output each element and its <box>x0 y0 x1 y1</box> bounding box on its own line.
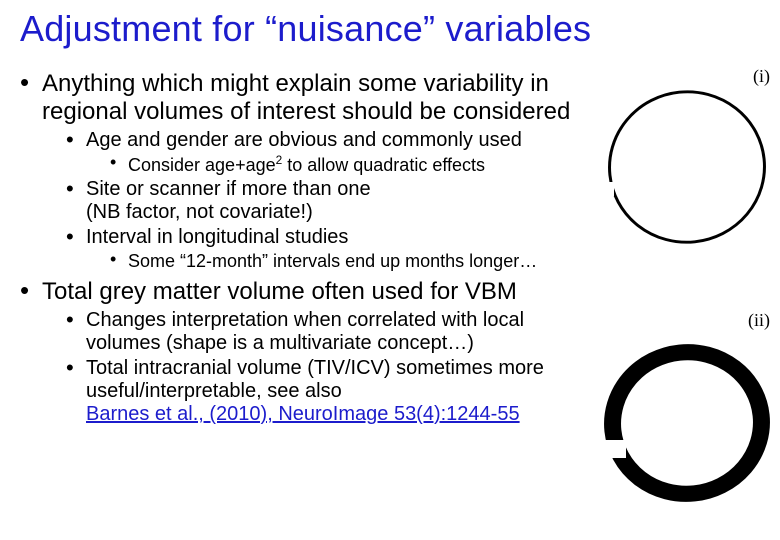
figure-thick-circle <box>604 340 770 506</box>
note-text: (NB factor, not covariate!) <box>86 201 313 223</box>
bullet-text: Anything which might explain some variab… <box>42 70 570 125</box>
bullet-text: Total grey matter volume often used for … <box>42 278 517 305</box>
bullet-text: Interval in longitudinal studies <box>86 226 348 248</box>
bullet-text: Changes interpretation when correlated w… <box>86 309 524 354</box>
sub-interval-note: Some “12-month” intervals end up months … <box>108 251 588 272</box>
figure-panel: (i) (ii) <box>598 66 774 536</box>
sub-site-scanner: Site or scanner if more than one (NB fac… <box>64 178 588 224</box>
slide: Adjustment for “nuisance” variables Anyt… <box>0 0 780 540</box>
figure-label-ii: (ii) <box>748 310 770 331</box>
sub-age-gender: Age and gender are obvious and commonly … <box>64 129 588 176</box>
text-post: to allow quadratic effects <box>282 155 485 175</box>
figure-label-i: (i) <box>753 66 770 87</box>
bullet-text: Age and gender are obvious and commonly … <box>86 129 522 151</box>
bullet-text: Site or scanner if more than one <box>86 178 371 200</box>
citation-link[interactable]: Barnes et al., (2010), NeuroImage 53(4):… <box>86 403 520 425</box>
text-pre: Consider age+age <box>128 155 276 175</box>
sub-tiv: Total intracranial volume (TIV/ICV) some… <box>64 357 588 426</box>
bullet-total-grey: Total grey matter volume often used for … <box>18 278 588 427</box>
slide-title: Adjustment for “nuisance” variables <box>20 8 591 50</box>
sub-interval: Interval in longitudinal studies Some “1… <box>64 226 588 272</box>
bullet-text: Some “12-month” intervals end up months … <box>128 251 537 271</box>
sub-interpretation: Changes interpretation when correlated w… <box>64 309 588 355</box>
text-pre: Total intracranial volume (TIV/ICV) some… <box>86 357 544 402</box>
bullet-variability: Anything which might explain some variab… <box>18 70 588 272</box>
slide-body: Anything which might explain some variab… <box>18 70 588 432</box>
sub-quadratic: Consider age+age2 to allow quadratic eff… <box>108 154 588 176</box>
figure-thin-circle <box>608 88 766 246</box>
